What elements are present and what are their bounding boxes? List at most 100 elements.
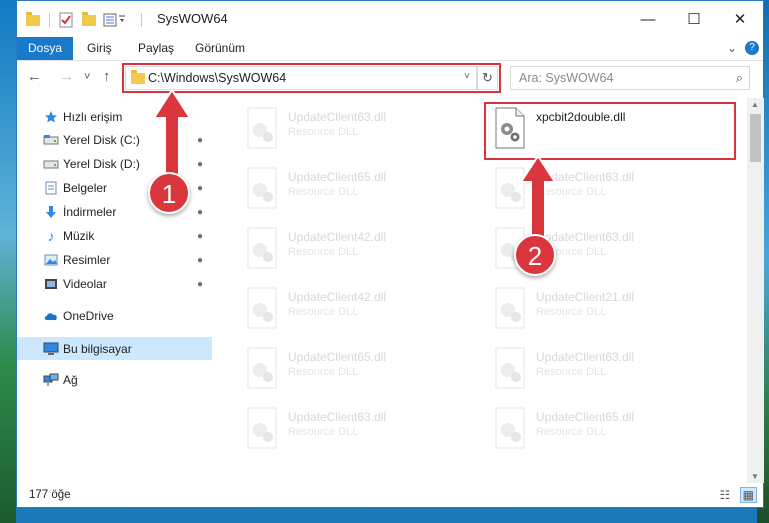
folder-icon [26, 10, 40, 30]
search-box[interactable]: Ara: SysWOW64 ⌕ [510, 66, 750, 90]
sidebar-item-label: İndirmeler [63, 205, 117, 219]
file-type: Resource DLL [288, 366, 359, 378]
maximize-button[interactable]: ☐ [671, 1, 717, 37]
dll-file-icon [495, 407, 525, 449]
dll-file-icon [247, 227, 277, 269]
drive-icon [43, 157, 59, 171]
address-row: ← → ˅ ↑ C:\Windows\SysWOW64 ˅ ↻ Ara: Sys… [17, 61, 763, 97]
dll-file-icon [247, 347, 277, 389]
dll-file-icon [247, 287, 277, 329]
ribbon-expand-icon[interactable]: ⌄ [727, 37, 737, 60]
cloud-icon [43, 309, 59, 323]
window-title: SysWOW64 [157, 11, 228, 26]
file-name: UpdateClient42.dll [288, 230, 387, 244]
up-button[interactable]: ↑ [103, 68, 111, 85]
file-name: UpdateClient63.dll [288, 110, 387, 124]
pin-icon[interactable]: ● [197, 279, 203, 290]
file-type: Resource DLL [536, 366, 607, 378]
network-icon [43, 373, 59, 387]
sidebar-item-this-pc[interactable]: Bu bilgisayar [17, 337, 212, 360]
file-name: UpdateClient42.dll [288, 290, 387, 304]
dll-file-icon [247, 167, 277, 209]
tab-paylas[interactable]: Paylaş [138, 37, 174, 60]
item-count: 177 öğe [29, 489, 71, 501]
status-bar: 177 öğe ☷ ▦ [17, 485, 763, 507]
file-type: Resource DLL [536, 426, 607, 438]
separator [49, 13, 50, 27]
sidebar-item-label: Belgeler [63, 181, 108, 195]
properties-icon[interactable] [59, 10, 73, 30]
sidebar-item-label: Hızlı erişim [63, 110, 123, 124]
forward-button[interactable]: → [59, 68, 74, 85]
pin-icon[interactable]: ● [197, 135, 203, 146]
file-name: UpdateClient65.dll [288, 350, 387, 364]
video-icon [43, 277, 59, 291]
back-button[interactable]: ← [27, 68, 42, 85]
music-icon: ♪ [47, 228, 55, 244]
document-icon [43, 181, 59, 195]
customize-toolbar-icon[interactable] [103, 10, 129, 30]
file-tile[interactable]: UpdateClient63.dll Resource DLL [236, 102, 476, 158]
computer-icon [43, 342, 59, 356]
search-icon[interactable]: ⌕ [736, 70, 743, 86]
sidebar-item-label: Yerel Disk (C:) [63, 133, 140, 147]
view-mode-icons[interactable]: ☷ ▦ [720, 487, 757, 503]
new-folder-icon[interactable] [82, 10, 96, 30]
step-badge-2: 2 [514, 234, 556, 276]
file-name: UpdateClient65.dll [288, 170, 387, 184]
sidebar-item-label: Resimler [63, 253, 111, 267]
tab-dosya[interactable]: Dosya [17, 37, 73, 60]
file-tile[interactable]: UpdateClient42.dll Resource DLL [236, 282, 476, 338]
recent-locations-button[interactable]: ˅ [84, 71, 90, 83]
title-bar: SysWOW64 — ☐ ✕ [17, 1, 763, 37]
file-type: Resource DLL [288, 426, 359, 438]
sidebar-item-label: Videolar [63, 277, 107, 291]
sidebar-item-network[interactable]: Ağ [17, 369, 212, 391]
sidebar-item-pictures[interactable]: Resimler ● [17, 249, 212, 271]
vertical-scrollbar[interactable]: ▲ ▼ [747, 98, 764, 483]
star-icon [43, 110, 59, 124]
sidebar-item-videos[interactable]: Videolar ● [17, 273, 212, 295]
help-icon[interactable]: ? [745, 41, 759, 55]
file-name: UpdateClient63.dll [288, 410, 387, 424]
file-type: Resource DLL [288, 126, 359, 138]
desktop-wallpaper-left [0, 0, 16, 523]
file-type: Resource DLL [288, 306, 359, 318]
pictures-icon [43, 253, 59, 267]
pin-icon[interactable]: ● [197, 183, 203, 194]
file-tile[interactable]: UpdateClient42.dll Resource DLL [236, 222, 476, 278]
tiles-view-icon[interactable]: ▦ [739, 487, 757, 503]
ribbon-tabs: Dosya Giriş Paylaş Görünüm ⌄ ? [17, 37, 763, 61]
file-type: Resource DLL [288, 186, 359, 198]
file-name: UpdateClient63.dll [536, 350, 635, 364]
pin-icon[interactable]: ● [197, 207, 203, 218]
file-tile[interactable]: UpdateClient65.dll Resource DLL [484, 402, 724, 458]
pin-icon[interactable]: ● [197, 159, 203, 170]
file-name: UpdateClient65.dll [536, 410, 635, 424]
file-tile[interactable]: UpdateClient63.dll Resource DLL [484, 342, 724, 398]
details-view-icon[interactable]: ☷ [720, 488, 731, 502]
file-tile[interactable]: UpdateClient21.dll Resource DLL [484, 282, 724, 338]
separator [141, 13, 142, 27]
pin-icon[interactable]: ● [197, 255, 203, 266]
tab-gorunum[interactable]: Görünüm [195, 37, 245, 60]
scroll-down-icon[interactable]: ▼ [751, 472, 759, 481]
sidebar-item-onedrive[interactable]: OneDrive [17, 305, 212, 327]
search-placeholder: Ara: SysWOW64 [519, 71, 614, 85]
sidebar-item-label: Yerel Disk (D:) [63, 157, 140, 171]
tab-giris[interactable]: Giriş [87, 37, 112, 60]
scroll-up-icon[interactable]: ▲ [751, 100, 759, 109]
minimize-button[interactable]: — [625, 1, 671, 37]
pin-icon[interactable]: ● [197, 231, 203, 242]
scrollbar-thumb[interactable] [750, 114, 761, 162]
file-tile[interactable]: UpdateClient65.dll Resource DLL [236, 342, 476, 398]
file-name: UpdateClient21.dll [536, 290, 635, 304]
file-tile[interactable]: UpdateClient65.dll Resource DLL [236, 162, 476, 218]
drive-icon [43, 133, 59, 147]
close-button[interactable]: ✕ [717, 1, 763, 37]
file-tile[interactable]: UpdateClient63.dll Resource DLL [236, 402, 476, 458]
sidebar-item-music[interactable]: ♪ Müzik ● [17, 225, 212, 247]
sidebar-item-label: Müzik [63, 229, 95, 243]
sidebar-item-label: Bu bilgisayar [63, 341, 132, 356]
dll-file-icon [495, 287, 525, 329]
